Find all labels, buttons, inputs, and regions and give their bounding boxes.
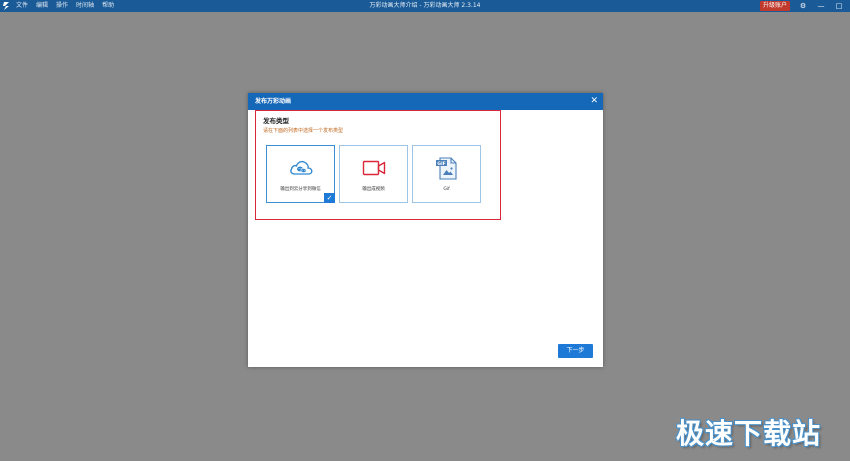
gif-file-icon: GIF bbox=[435, 157, 457, 180]
dialog-header: 发布万彩动画 ✕ bbox=[248, 93, 603, 110]
publish-option-gif[interactable]: GIF Gif bbox=[412, 145, 481, 203]
dialog-title: 发布万彩动画 bbox=[255, 98, 292, 105]
maximize-icon[interactable]: □ bbox=[830, 0, 848, 12]
card-label: 输出成视频 bbox=[362, 187, 385, 192]
upgrade-account-button[interactable]: 升级账户 bbox=[760, 1, 790, 11]
minimize-icon[interactable]: — bbox=[812, 0, 830, 12]
next-step-button[interactable]: 下一步 bbox=[558, 344, 593, 358]
window-title: 万彩动画大师介绍 - 万彩动画大师 2.3.14 bbox=[369, 2, 481, 9]
publish-option-cloud-wechat[interactable]: 输出到云分享到微信 ✓ bbox=[266, 145, 335, 203]
settings-icon[interactable]: ⚙ bbox=[794, 0, 812, 12]
publish-option-video[interactable]: 输出成视频 bbox=[339, 145, 408, 203]
svg-text:GIF: GIF bbox=[437, 161, 445, 167]
section-hint: 请在下面的列表中选择一个发布类型 bbox=[263, 128, 344, 134]
section-title: 发布类型 bbox=[263, 117, 289, 125]
video-camera-icon bbox=[362, 160, 385, 176]
card-label: Gif bbox=[443, 187, 450, 192]
watermark: 极速下载站 bbox=[676, 417, 822, 450]
publish-dialog: 发布万彩动画 ✕ 发布类型 请在下面的列表中选择一个发布类型 输出到云分享到微信… bbox=[248, 93, 603, 367]
title-bar: 文件 编辑 操作 时间轴 帮助 万彩动画大师介绍 - 万彩动画大师 2.3.14… bbox=[0, 0, 850, 12]
window-controls: ⚙ — □ ✕ bbox=[794, 0, 850, 12]
selected-check-icon: ✓ bbox=[324, 193, 335, 203]
dialog-close-icon[interactable]: ✕ bbox=[590, 95, 598, 107]
cloud-wechat-icon bbox=[289, 160, 312, 175]
